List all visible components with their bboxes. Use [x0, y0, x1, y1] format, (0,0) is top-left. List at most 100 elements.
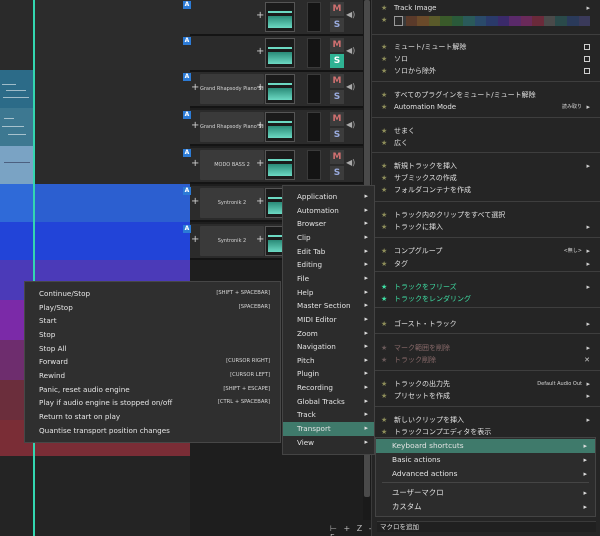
automation-badge[interactable]: A	[183, 111, 191, 119]
star-icon[interactable]: ★	[381, 281, 387, 293]
transport-action-item[interactable]: Stop All	[25, 342, 280, 356]
zoom-controls[interactable]: ⊢ + Z - F	[330, 524, 375, 536]
shortcut-category-item[interactable]: Plugin ▸	[283, 367, 374, 381]
star-icon[interactable]: ★	[381, 125, 387, 137]
volume-fader[interactable]	[265, 2, 295, 32]
context-menu-item[interactable]: ★ トラックをレンダリング	[372, 293, 600, 305]
checkbox[interactable]	[584, 56, 590, 62]
speaker-icon[interactable]: ◀)	[346, 46, 355, 55]
automation-badge[interactable]: A	[183, 37, 191, 45]
star-icon[interactable]: ★	[381, 184, 387, 196]
star-icon[interactable]: ★	[381, 209, 387, 221]
track-header[interactable]: A+Grand Rhapsody Piano Stereo+MS◀)	[183, 72, 363, 108]
context-menu-item[interactable]: ★ トラック内のクリップをすべて選択	[372, 209, 600, 221]
midi-clip[interactable]	[0, 70, 190, 108]
midi-clip[interactable]	[0, 222, 190, 260]
transport-action-item[interactable]: Panic, reset audio engine [SHIFT + ESCAPE…	[25, 383, 280, 397]
macro-menu-item[interactable]: ユーザーマクロ ▸	[376, 486, 595, 500]
track-lane[interactable]	[0, 36, 190, 70]
track-header[interactable]: A + MODO BASS 2 + M S ◀)	[183, 148, 363, 184]
track-header[interactable]: A + M S ◀)	[183, 0, 363, 36]
star-icon[interactable]: ★	[381, 101, 387, 113]
mute-button[interactable]: M	[330, 38, 344, 52]
star-icon[interactable]: ★	[381, 378, 387, 390]
automation-badge[interactable]: A	[183, 1, 191, 9]
context-menu-item[interactable]: ★ マーク範囲を削除 ▸	[372, 342, 600, 354]
star-icon[interactable]: ★	[381, 342, 387, 354]
context-menu-item[interactable]: ★ サブミックスの作成	[372, 172, 600, 184]
solo-button[interactable]: S	[330, 90, 344, 104]
transport-action-item[interactable]: Quantise transport position changes	[25, 424, 280, 438]
add-plugin-icon[interactable]: +	[191, 196, 199, 207]
midi-clip[interactable]	[0, 146, 190, 184]
plugin-slot[interactable]: Syntronik 2	[200, 226, 264, 256]
star-icon[interactable]: ★	[381, 245, 387, 257]
shortcut-category-item[interactable]: Track ▸	[283, 408, 374, 422]
context-menu-item[interactable]: ★ トラック削除 ✕	[372, 354, 600, 366]
star-icon[interactable]: ★	[381, 14, 387, 26]
add-plugin-icon[interactable]: +	[256, 158, 264, 169]
automation-badge[interactable]: A	[183, 149, 191, 157]
add-plugin-icon[interactable]: +	[191, 158, 199, 169]
automation-badge[interactable]: A	[183, 187, 191, 195]
add-plugin-icon[interactable]: +	[256, 120, 264, 131]
star-icon[interactable]: ★	[381, 137, 387, 149]
shortcut-category-item[interactable]: Global Tracks ▸	[283, 395, 374, 409]
track-header[interactable]: A+Grand Rhapsody Piano Stereo+MS◀)	[183, 110, 363, 146]
shortcut-category-item[interactable]: View ▸	[283, 436, 374, 450]
macro-menu-item[interactable]: Keyboard shortcuts ▸	[376, 439, 595, 453]
transport-action-item[interactable]: Return to start on play	[25, 410, 280, 424]
automation-badge[interactable]: A	[183, 225, 191, 233]
macro-menu-item[interactable]: カスタム ▸	[376, 500, 595, 514]
checkbox[interactable]	[584, 68, 590, 74]
transport-action-item[interactable]: Play/Stop [SPACEBAR]	[25, 301, 280, 315]
solo-button[interactable]: S	[330, 18, 344, 32]
context-menu-item[interactable]: ★ せまく	[372, 125, 600, 137]
shortcut-category-item[interactable]: Editing ▸	[283, 258, 374, 272]
track-header[interactable]: A + M S ◀)	[183, 36, 363, 72]
star-icon[interactable]: ★	[381, 354, 387, 366]
checkbox[interactable]	[584, 44, 590, 50]
star-icon[interactable]: ★	[381, 89, 387, 101]
automation-badge[interactable]: A	[183, 73, 191, 81]
add-plugin-icon[interactable]: +	[256, 46, 264, 57]
context-menu-item[interactable]: ★ トラックをフリーズ ▸	[372, 281, 600, 293]
star-icon[interactable]: ★	[381, 258, 387, 270]
add-plugin-icon[interactable]: +	[191, 234, 199, 245]
add-plugin-icon[interactable]: +	[256, 196, 264, 207]
volume-fader[interactable]	[265, 150, 295, 180]
transport-action-item[interactable]: Start	[25, 314, 280, 328]
plugin-slot[interactable]: Syntronik 2	[200, 188, 264, 218]
star-icon[interactable]: ★	[381, 414, 387, 426]
context-menu-item[interactable]: ★ トラックの出力先 Default Audio Out ▸	[372, 378, 600, 390]
volume-fader[interactable]	[265, 74, 295, 104]
plugin-slot[interactable]: Grand Rhapsody Piano Stereo	[200, 74, 264, 104]
shortcut-category-item[interactable]: Application ▸	[283, 190, 374, 204]
transport-action-item[interactable]: Stop	[25, 328, 280, 342]
shortcut-category-item[interactable]: Edit Tab ▸	[283, 245, 374, 259]
solo-button[interactable]: S	[330, 54, 344, 68]
volume-fader[interactable]	[265, 112, 295, 142]
macro-menu-item[interactable]: Advanced actions ▸	[376, 467, 595, 481]
shortcut-category-item[interactable]: Navigation ▸	[283, 340, 374, 354]
shortcut-category-item[interactable]: Automation ▸	[283, 204, 374, 218]
transport-action-item[interactable]: Rewind [CURSOR LEFT]	[25, 369, 280, 383]
star-icon[interactable]: ★	[381, 221, 387, 233]
shortcut-category-item[interactable]: Help ▸	[283, 286, 374, 300]
no-color-swatch[interactable]	[394, 16, 403, 26]
plugin-slot[interactable]: Grand Rhapsody Piano Stereo	[200, 112, 264, 142]
transport-action-item[interactable]: Continue/Stop [SHIFT + SPACEBAR]	[25, 287, 280, 301]
star-icon[interactable]: ★	[381, 53, 387, 65]
solo-button[interactable]: S	[330, 128, 344, 142]
track-lane[interactable]	[0, 0, 190, 36]
mute-button[interactable]: M	[330, 112, 344, 126]
add-plugin-icon[interactable]: +	[256, 234, 264, 245]
context-menu-item[interactable]: ★ ソロ	[372, 53, 600, 65]
mute-button[interactable]: M	[330, 2, 344, 16]
speaker-icon[interactable]: ◀)	[346, 120, 355, 129]
add-plugin-icon[interactable]: +	[256, 82, 264, 93]
star-icon[interactable]: ★	[381, 390, 387, 402]
context-menu-item[interactable]: ★ 新しいクリップを挿入 ▸	[372, 414, 600, 426]
transport-action-item[interactable]: Play if audio engine is stopped on/off [C…	[25, 396, 280, 410]
mute-button[interactable]: M	[330, 150, 344, 164]
